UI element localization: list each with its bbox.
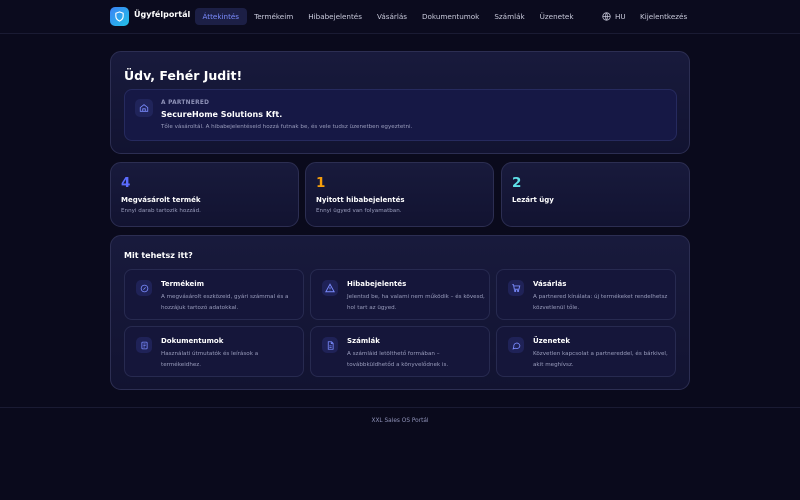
stat-card-products: 4 Megvásárolt termék Ennyi darab tartozi… (110, 162, 299, 227)
chat-icon (508, 337, 524, 353)
stat-label: Megvásárolt termék (121, 196, 201, 204)
stat-card-closed-cases: 2 Lezárt ügy (501, 162, 690, 227)
nav-item-uzenetek[interactable]: Üzenetek (532, 8, 581, 25)
partner-name: SecureHome Solutions Kft. (161, 110, 283, 119)
logo-shield-icon[interactable] (110, 7, 129, 26)
welcome-title: Üdv, Fehér Judit! (124, 68, 243, 83)
language-label: HU (615, 12, 626, 21)
language-switcher[interactable]: HU (602, 12, 626, 21)
tile-title: Üzenetek (533, 337, 570, 345)
welcome-card: Üdv, Fehér Judit! A PARTNERED SecureHome… (110, 51, 690, 154)
stat-card-open-tickets: 1 Nyitott hibabejelentés Ennyi ügyed van… (305, 162, 494, 227)
logout-button[interactable]: Kijelentkezés (640, 12, 687, 21)
action-tile-dokumentumok[interactable]: Dokumentumok Használati útmutatók és leí… (124, 326, 304, 377)
tile-description: Jelentsd be, ha valami nem működik – és … (347, 294, 485, 311)
stat-label: Nyitott hibabejelentés (316, 196, 405, 204)
stat-description: Ennyi darab tartozik hozzád. (121, 208, 201, 214)
footer-text: XXL Sales OS Portál (371, 418, 429, 424)
tile-description: A partnered kínálata: új termékeket rend… (533, 294, 668, 311)
partner-box: A PARTNERED SecureHome Solutions Kft. Tő… (124, 89, 677, 141)
partner-description: Tőle vásároltál. A hibabejelentéseid hoz… (161, 124, 413, 130)
nav-item-hibabejelentes[interactable]: Hibabejelentés (301, 8, 370, 25)
warning-icon (322, 280, 338, 296)
tile-description: Használati útmutatók és leírások a termé… (161, 351, 259, 368)
cart-icon (508, 280, 524, 296)
actions-card: Mit tehetsz itt? Termékeim A megvásárolt… (110, 235, 690, 390)
tag-icon (136, 280, 152, 296)
action-tile-uzenetek[interactable]: Üzenetek Közvetlen kapcsolat a partnered… (496, 326, 676, 377)
stat-label: Lezárt ügy (512, 196, 554, 204)
action-tile-vasarlas[interactable]: Vásárlás A partnered kínálata: új termék… (496, 269, 676, 320)
nav-item-vasarlas[interactable]: Vásárlás (369, 8, 414, 25)
nav-item-szamlak[interactable]: Számlák (487, 8, 532, 25)
tile-title: Számlák (347, 337, 380, 345)
tile-title: Hibabejelentés (347, 280, 407, 288)
nav-item-attekintes[interactable]: Áttekintés (195, 8, 247, 25)
invoice-icon (322, 337, 338, 353)
stat-value: 4 (121, 175, 131, 191)
globe-icon (602, 12, 611, 21)
tile-title: Vásárlás (533, 280, 567, 288)
home-icon (135, 99, 153, 117)
actions-title: Mit tehetsz itt? (124, 251, 193, 260)
action-tile-hibabejelentes[interactable]: Hibabejelentés Jelentsd be, ha valami ne… (310, 269, 490, 320)
tile-description: A megvásárolt eszközeid, gyári számmal é… (161, 294, 289, 311)
footer-divider (0, 407, 800, 408)
nav-item-termekeim[interactable]: Termékeim (247, 8, 301, 25)
stat-value: 1 (316, 175, 326, 191)
action-tile-termekeim[interactable]: Termékeim A megvásárolt eszközeid, gyári… (124, 269, 304, 320)
action-tile-szamlak[interactable]: Számlák A számláid letölthető formában –… (310, 326, 490, 377)
tile-title: Termékeim (161, 280, 204, 288)
tile-description: Közvetlen kapcsolat a partnereddel, és b… (533, 351, 668, 368)
stat-value: 2 (512, 175, 522, 191)
document-icon (136, 337, 152, 353)
top-nav: Ügyfélportál Áttekintés Termékeim Hibabe… (0, 0, 800, 34)
tile-description: A számláid letölthető formában – továbbk… (347, 351, 449, 368)
partner-kicker: A PARTNERED (161, 100, 210, 106)
tile-title: Dokumentumok (161, 337, 224, 345)
nav-item-dokumentumok[interactable]: Dokumentumok (414, 8, 486, 25)
stat-description: Ennyi ügyed van folyamatban. (316, 208, 402, 214)
app-name[interactable]: Ügyfélportál (134, 10, 190, 19)
nav-menu: Áttekintés Termékeim Hibabejelentés Vásá… (195, 8, 581, 25)
